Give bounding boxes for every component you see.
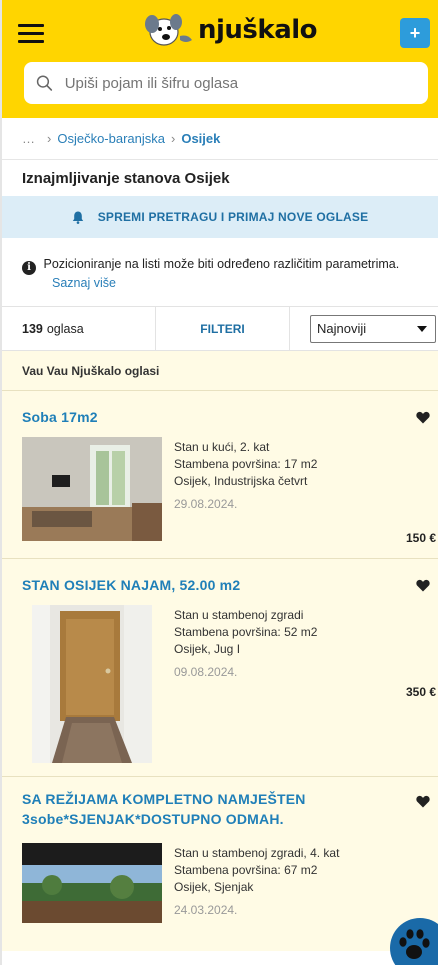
listing-date: 29.08.2024. (174, 497, 238, 511)
add-listing-button[interactable]: + (400, 18, 430, 48)
listing-date: 24.03.2024. (174, 903, 238, 917)
listing-detail-line: Stan u kući, 2. kat (174, 440, 270, 454)
listing-detail-line: Stan u stambenoj zgradi, 4. kat (174, 846, 340, 860)
listing-detail-line: Osijek, Sjenjak (174, 880, 254, 894)
listing-title[interactable]: SA REŽIJAMA KOMPLETNO NAMJEŠTEN 3sobe*SJ… (22, 789, 306, 829)
menu-icon[interactable] (18, 24, 44, 44)
listing-card[interactable]: STAN OSIJEK NAJAM, 52.00 m2 Stan u stamb… (2, 559, 438, 777)
listing-card[interactable]: Soba 17m2 Stan u kući, 2. kat Stambena p… (2, 391, 438, 559)
breadcrumb: … › Osječko-baranjska › Osijek (2, 118, 438, 160)
logo[interactable]: njuškalo (142, 12, 318, 48)
logo-text: njuškalo (198, 15, 318, 45)
page: njuškalo + … › Osječko-baranjska › Osije… (0, 0, 438, 965)
results-controls: 139 oglasa FILTERI Najnoviji (2, 307, 438, 351)
listing-card[interactable]: SA REŽIJAMA KOMPLETNO NAMJEŠTEN 3sobe*SJ… (2, 777, 438, 965)
listing-details: Stan u stambenoj zgradi, 4. kat Stambena… (174, 845, 339, 919)
positioning-info: i Pozicioniranje na listi može biti odre… (2, 244, 438, 307)
listing-price: 150 € (405, 531, 436, 545)
breadcrumb-separator: › (171, 131, 176, 146)
bell-icon (72, 211, 83, 224)
listing-date: 09.08.2024. (174, 665, 238, 679)
listing-details: Stan u stambenoj zgradi Stambena površin… (174, 607, 317, 681)
dog-logo-icon (145, 14, 192, 46)
listing-title[interactable]: STAN OSIJEK NAJAM, 52.00 m2 (22, 575, 240, 595)
plus-icon: + (409, 22, 421, 43)
listing-detail-line: Osijek, Jug I (174, 642, 241, 656)
listing-image[interactable] (22, 437, 162, 541)
chevron-down-icon (417, 325, 427, 332)
heart-icon[interactable] (416, 795, 430, 808)
filters-button[interactable]: FILTERI (156, 307, 290, 350)
breadcrumb-separator: › (47, 131, 52, 146)
listing-title-line: SA REŽIJAMA KOMPLETNO NAMJEŠTEN (22, 791, 306, 807)
heart-icon[interactable] (416, 579, 430, 592)
breadcrumb-item-city[interactable]: Osijek (181, 131, 220, 146)
listing-detail-line: Stambena površina: 17 m2 (174, 457, 318, 471)
search-icon (36, 75, 53, 91)
paw-icon (399, 929, 430, 959)
search-bar[interactable] (24, 62, 428, 104)
info-icon: i (22, 261, 36, 275)
breadcrumb-ellipsis[interactable]: … (22, 131, 35, 146)
save-search-label: SPREMI PRETRAGU I PRIMAJ NOVE OGLASE (97, 210, 369, 224)
learn-more-link[interactable]: Saznaj više (52, 275, 428, 292)
listing-image[interactable] (32, 605, 152, 763)
page-title: Iznajmljivanje stanova Osijek (22, 169, 230, 187)
listing-price: 350 € (405, 685, 436, 699)
listing-detail-line: Stan u stambenoj zgradi (174, 608, 304, 622)
listings: Vau Vau Njuškalo oglasi Soba 17m2 Stan u… (2, 351, 438, 951)
listing-title-line: 3sobe*SJENJAK*DOSTUPNO ODMAH. (22, 811, 284, 827)
heart-icon[interactable] (416, 411, 430, 424)
header: njuškalo + (2, 0, 438, 118)
listing-detail-line: Osijek, Industrijska četvrt (174, 474, 308, 488)
section-label: Vau Vau Njuškalo oglasi (2, 351, 438, 391)
results-count-number: 139 (22, 321, 43, 336)
results-count-suffix: oglasa (46, 321, 84, 336)
listing-detail-line: Stambena površina: 67 m2 (174, 863, 318, 877)
info-text: Pozicioniranje na listi može biti određe… (43, 257, 400, 271)
paw-button[interactable] (390, 918, 438, 965)
save-search-button[interactable]: SPREMI PRETRAGU I PRIMAJ NOVE OGLASE (2, 196, 438, 238)
sort-value: Najnoviji (317, 321, 367, 336)
listing-title[interactable]: Soba 17m2 (22, 407, 98, 427)
breadcrumb-item-county[interactable]: Osječko-baranjska (57, 131, 165, 146)
listing-details: Stan u kući, 2. kat Stambena površina: 1… (174, 439, 317, 513)
search-input[interactable] (64, 74, 428, 92)
results-count: 139 oglasa (2, 307, 156, 350)
listing-detail-line: Stambena površina: 52 m2 (174, 625, 318, 639)
sort-select[interactable]: Najnoviji (310, 314, 436, 343)
listing-image[interactable] (22, 843, 162, 923)
